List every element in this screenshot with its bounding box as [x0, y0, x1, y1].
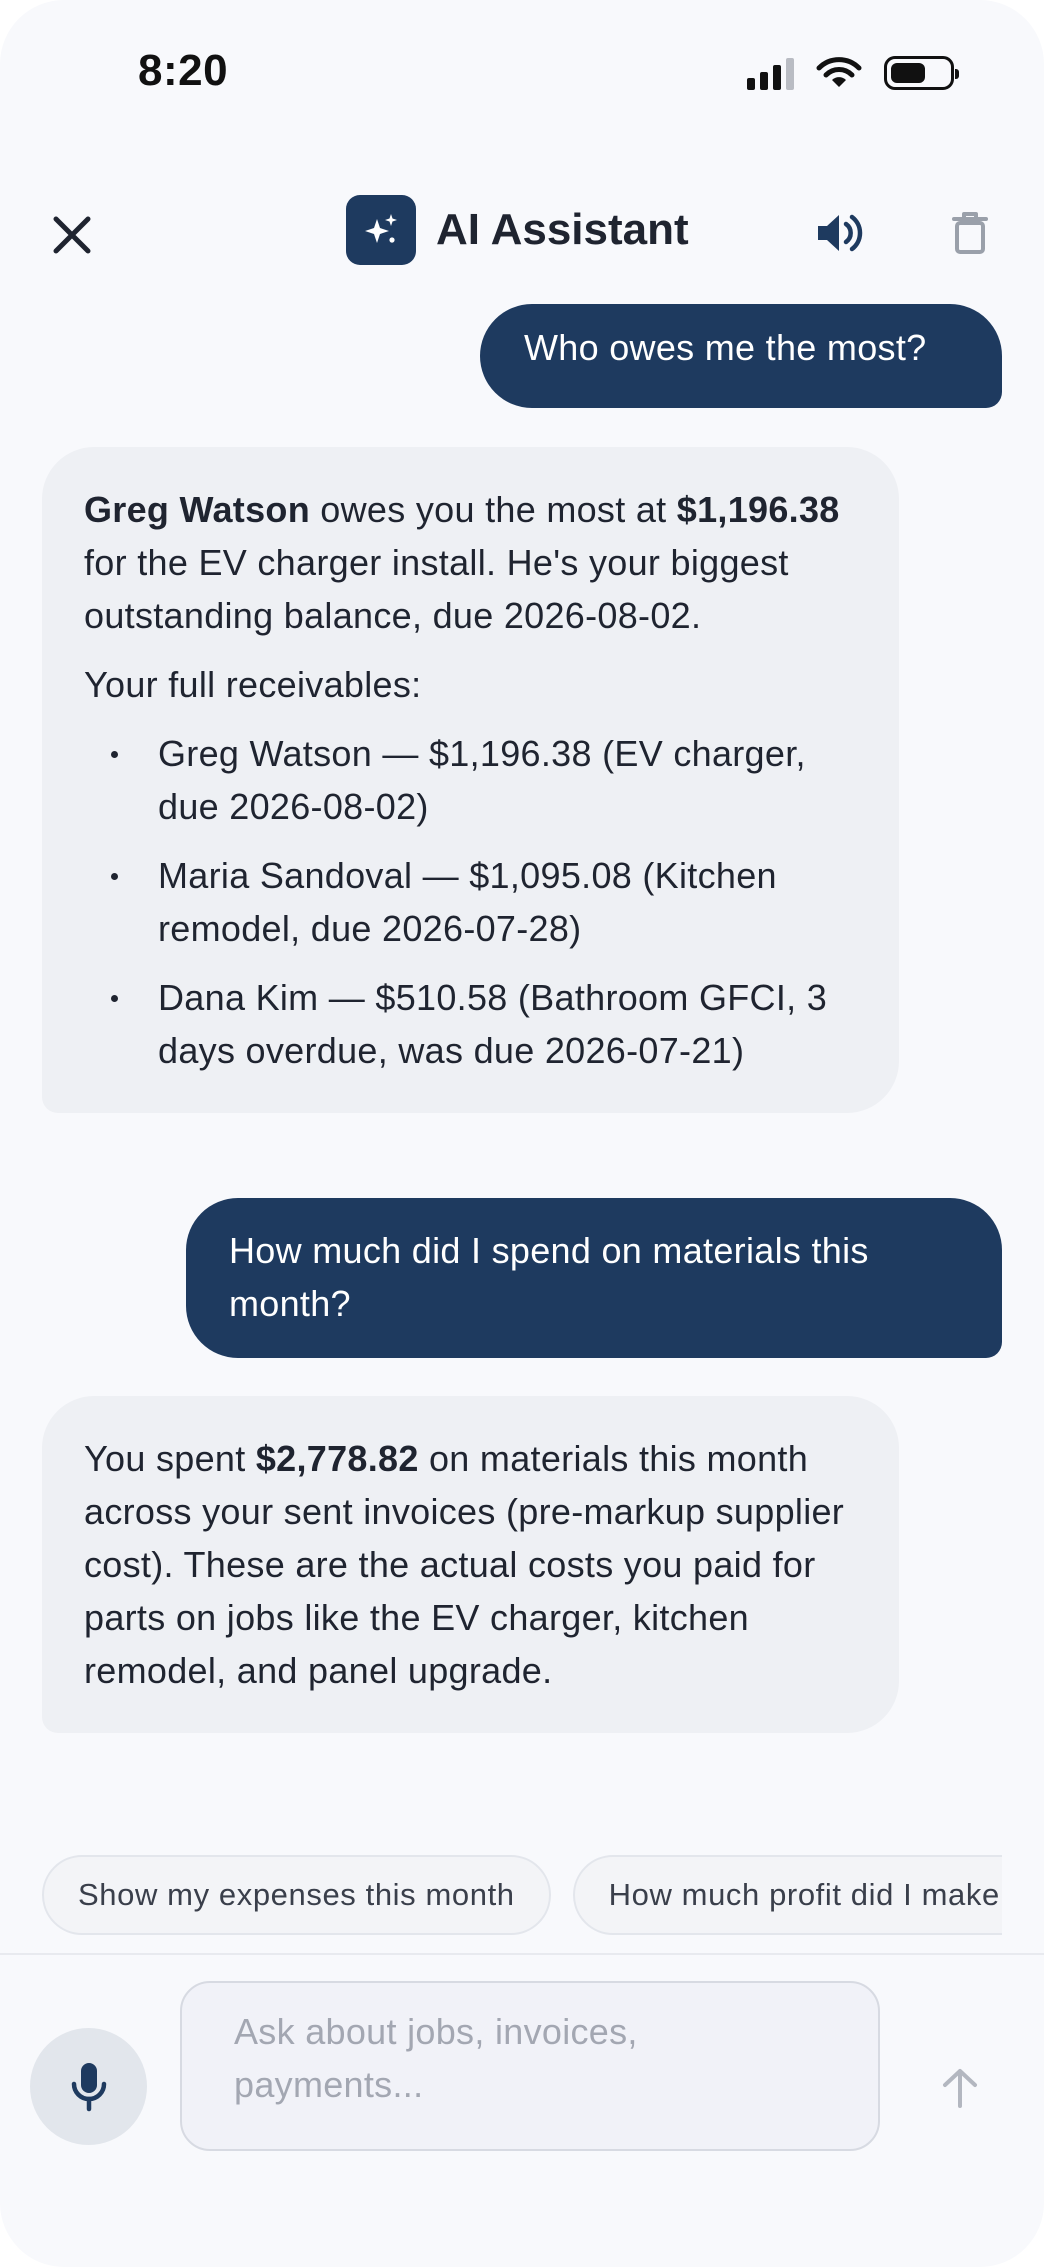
highlight-amount: $2,778.82: [255, 1438, 419, 1479]
ai-badge: [346, 195, 416, 265]
clear-chat-button[interactable]: [940, 203, 1000, 263]
assistant-message: Greg Watson owes you the most at $1,196.…: [42, 447, 899, 1113]
user-message-text: Who owes me the most?: [524, 327, 927, 368]
receivables-heading: Your full receivables:: [84, 664, 422, 705]
cellular-signal-icon: [747, 56, 794, 90]
assistant-message: You spent $2,778.82 on materials this mo…: [42, 1396, 899, 1733]
speaker-icon: [818, 214, 863, 252]
message-text: You spent: [84, 1438, 256, 1479]
suggestion-chip[interactable]: Show my expenses this month: [42, 1855, 551, 1935]
composer-divider: [0, 1953, 1044, 1955]
battery-level: [891, 63, 925, 83]
status-time: 8:20: [138, 46, 229, 95]
list-item: Maria Sandoval — $1,095.08 (Kitchen remo…: [84, 849, 855, 955]
status-icons: [747, 56, 959, 90]
arrow-up-icon: [943, 2069, 977, 2108]
sparkles-icon: [365, 214, 397, 243]
phone-screen: 8:20 AI Assistant Who owes me the most? …: [0, 0, 1044, 2267]
user-message-text: How much did I spend on materials this m…: [229, 1230, 869, 1324]
list-item: Dana Kim — $510.58 (Bathroom GFCI, 3 day…: [84, 971, 855, 1077]
receivables-list: Greg Watson — $1,196.38 (EV charger, due…: [84, 727, 855, 1077]
user-message: Who owes me the most?: [480, 304, 1002, 408]
assistant-message-paragraph: You spent $2,778.82 on materials this mo…: [84, 1432, 855, 1697]
message-text: for the EV charger install. He's your bi…: [84, 542, 789, 636]
close-icon: [53, 216, 91, 254]
message-text: owes you the most at: [309, 489, 677, 530]
trash-icon: [952, 212, 988, 254]
message-input-box[interactable]: [180, 1981, 880, 2151]
user-message: How much did I spend on materials this m…: [186, 1198, 1002, 1358]
highlight-amount: $1,196.38: [676, 489, 840, 530]
microphone-icon: [71, 2062, 106, 2111]
close-button[interactable]: [42, 205, 102, 265]
speaker-button[interactable]: [810, 203, 870, 263]
voice-input-button[interactable]: [30, 2028, 147, 2145]
send-button[interactable]: [930, 2058, 990, 2118]
assistant-message-paragraph: Greg Watson owes you the most at $1,196.…: [84, 483, 855, 642]
highlight-name: Greg Watson: [84, 489, 310, 530]
page-title: AI Assistant: [436, 205, 689, 254]
message-input[interactable]: [234, 2005, 826, 2127]
suggestion-chip[interactable]: How much profit did I make this month?: [572, 1855, 1002, 1935]
status-bar: 8:20: [0, 0, 1044, 150]
list-item: Greg Watson — $1,196.38 (EV charger, due…: [84, 727, 855, 833]
battery-icon: [884, 56, 959, 90]
suggestion-chips: Show my expenses this month How much pro…: [42, 1855, 1002, 1937]
wifi-icon: [816, 57, 862, 87]
chat-header: AI Assistant: [0, 185, 1044, 275]
header-title-group: AI Assistant: [346, 195, 689, 265]
